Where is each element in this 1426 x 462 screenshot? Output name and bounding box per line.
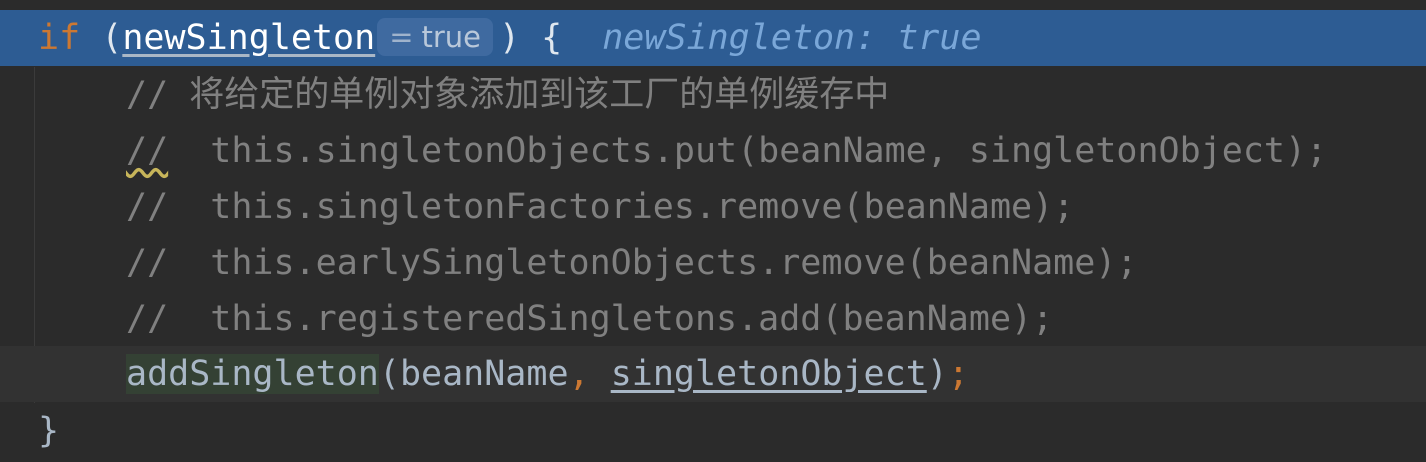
variable-singletonObject[interactable]: singletonObject (611, 354, 927, 394)
comment-text: // this.earlySingletonObjects.remove(bea… (126, 243, 1138, 283)
hint-equals: = (389, 20, 414, 54)
code-editor[interactable]: if (newSingleton = true) {newSingleton: tr… (0, 0, 1426, 462)
editor-top-strip (0, 0, 1426, 10)
comment-text: // this.singletonFactories.remove(beanNa… (126, 187, 1075, 227)
comment-chinese: 将给定的单例对象添加到该工厂的单例缓存中 (189, 75, 890, 115)
code-line-comment-registered[interactable]: // this.registeredSingletons.add(beanNam… (0, 291, 1426, 347)
code-line-comment-factories[interactable]: // this.singletonFactories.remove(beanNa… (0, 179, 1426, 235)
inline-debug-value: newSingleton: true (602, 18, 982, 58)
comment-prefix-warning: // (126, 131, 169, 171)
code-line-close-brace[interactable]: } (0, 403, 1426, 459)
comment-text: this.singletonObjects.put(beanName, sing… (168, 131, 1328, 171)
comma: , (568, 354, 590, 394)
comment-prefix: // (126, 75, 190, 115)
code-line-comment-put[interactable]: // this.singletonObjects.put(beanName, s… (0, 123, 1426, 179)
code-line-comment-early[interactable]: // this.earlySingletonObjects.remove(bea… (0, 235, 1426, 291)
if-keyword: if (38, 18, 81, 58)
open-paren: ( (80, 18, 123, 58)
variable-newSingleton[interactable]: newSingleton (122, 18, 375, 58)
close-brace: } (38, 411, 60, 451)
code-line-comment-zh[interactable]: // 将给定的单例对象添加到该工厂的单例缓存中 (0, 67, 1426, 123)
args-open: (beanName (378, 354, 569, 394)
comment-text: // this.registeredSingletons.add(beanNam… (126, 299, 1054, 339)
method-addSingleton[interactable]: addSingleton (126, 354, 379, 394)
inlay-value-hint: = true (377, 18, 494, 56)
close-paren-brace: ) { (499, 18, 563, 58)
args-close: ) (926, 354, 948, 394)
hint-value: true (421, 20, 482, 54)
code-line-add-singleton[interactable]: addSingleton(beanName, singletonObject); (0, 346, 1426, 402)
semicolon: ; (947, 354, 969, 394)
code-line-if-statement[interactable]: if (newSingleton = true) {newSingleton: tr… (0, 10, 1426, 66)
